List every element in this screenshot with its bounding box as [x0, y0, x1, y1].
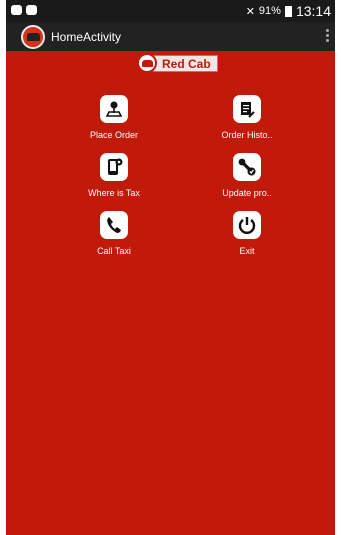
toolbar-title: HomeActivity [51, 30, 122, 44]
phone-location-icon [100, 153, 128, 181]
clock: 13:14 [295, 3, 331, 19]
menu-item-order-history[interactable]: Order Histo.. [192, 95, 302, 140]
car-icon [137, 53, 157, 73]
map-pin-icon [100, 95, 128, 123]
toolbar: HomeActivity [6, 22, 335, 51]
menu-item-label: Place Order [89, 130, 139, 140]
app-screen: ✕ 91% 13:14 HomeActivity Red Cab Place O… [6, 0, 335, 535]
overflow-menu-icon[interactable] [326, 29, 329, 42]
menu-item-label: Update pro.. [222, 188, 272, 198]
menu-item-update-profile[interactable]: Update pro.. [192, 153, 302, 198]
menu-item-label: Order Histo.. [221, 130, 273, 140]
menu-item-label: Call Taxi [97, 246, 131, 256]
document-pen-icon [233, 95, 261, 123]
menu-item-place-order[interactable]: Place Order [59, 95, 169, 140]
menu-item-where-is-taxi[interactable]: Where is Tax [59, 153, 169, 198]
brand-label: Red Cab [153, 54, 218, 72]
phone-call-icon [100, 211, 128, 239]
wrench-icon [233, 153, 261, 181]
no-signal-icon: ✕ [245, 5, 255, 18]
power-icon [233, 211, 261, 239]
battery-icon [284, 5, 292, 17]
menu-item-label: Where is Tax [88, 188, 140, 198]
brand-logo: Red Cab [137, 53, 218, 73]
chat-notification-icon [26, 5, 37, 15]
battery-percent: 91% [258, 5, 281, 17]
status-bar: ✕ 91% 13:14 [6, 0, 335, 22]
menu-item-label: Exit [239, 246, 255, 256]
red-cab-car-icon [21, 25, 45, 49]
message-notification-icon [11, 5, 22, 15]
menu-item-call-taxi[interactable]: Call Taxi [59, 211, 169, 256]
menu-item-exit[interactable]: Exit [192, 211, 302, 256]
